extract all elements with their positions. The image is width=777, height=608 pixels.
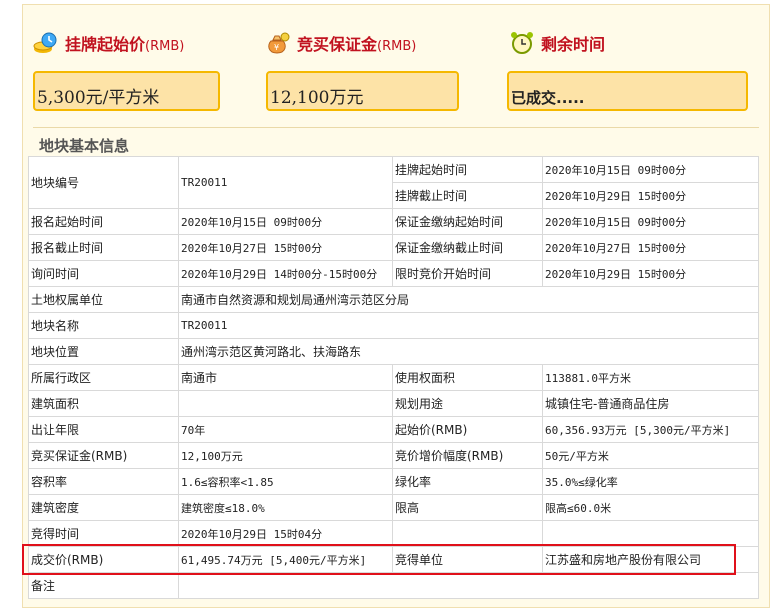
table-row: 出让年限 70年 起始价(RMB) 60,356.93万元 [5,300元/平方… xyxy=(28,416,759,443)
plan-use-label: 规划用途 xyxy=(392,390,543,417)
limit-start-value: 2020年10月29日 15时00分 xyxy=(542,260,759,287)
list-start-label: 挂牌起始时间 xyxy=(392,156,543,183)
table-row: 询问时间 2020年10月29日 14时00分-15时00分 限时竞价开始时间 … xyxy=(28,260,759,287)
dep-end-label: 保证金缴纳截止时间 xyxy=(392,234,543,261)
deposit-box: 12,100万元 xyxy=(266,71,459,111)
limit-start-label: 限时竞价开始时间 xyxy=(392,260,543,287)
dep-start-label: 保证金缴纳起始时间 xyxy=(392,208,543,235)
table-row: 备注 xyxy=(28,572,759,599)
green-label: 绿化率 xyxy=(392,468,543,495)
plot-no-value: TR20011 xyxy=(178,156,393,209)
build-area-label: 建筑面积 xyxy=(28,390,179,417)
table-row: 建筑密度 建筑密度≤18.0% 限高 限高≤60.0米 xyxy=(28,494,759,521)
list-end-label: 挂牌截止时间 xyxy=(392,182,543,209)
table-row: 竞买保证金(RMB) 12,100万元 竞价增价幅度(RMB) 50元/平方米 xyxy=(28,442,759,469)
owner-label: 土地权属单位 xyxy=(28,286,179,313)
use-area-value: 113881.0平方米 xyxy=(542,364,759,391)
inquiry-label: 询问时间 xyxy=(28,260,179,287)
height-value: 限高≤60.0米 xyxy=(542,494,759,521)
build-area-value xyxy=(178,390,393,417)
table-row: 成交价(RMB) 61,495.74万元 [5,400元/平方米] 竞得单位 江… xyxy=(28,546,759,573)
table-row: 容积率 1.6≤容积率<1.85 绿化率 35.0%≤绿化率 xyxy=(28,468,759,495)
table-row: 地块编号 TR20011 挂牌起始时间 2020年10月15日 09时00分 xyxy=(28,156,759,209)
deposit-label: 竞买保证金(RMB) xyxy=(28,442,179,469)
density-value: 建筑密度≤18.0% xyxy=(178,494,393,521)
remaining-status-box: 已成交..... xyxy=(507,71,748,111)
start-price-header: 挂牌起始价(RMB) xyxy=(33,31,184,55)
deposit-title: 竞买保证金 xyxy=(297,35,378,54)
section-divider xyxy=(33,127,759,128)
table-row: 地块名称 TR20011 xyxy=(28,312,759,339)
empty-cell xyxy=(392,520,543,547)
alarm-clock-icon xyxy=(509,31,535,55)
start-price-title: 挂牌起始价 xyxy=(65,35,146,54)
deal-price-label: 成交价(RMB) xyxy=(28,546,179,573)
dep-end-value: 2020年10月27日 15时00分 xyxy=(542,234,759,261)
money-bag-icon: ¥ xyxy=(265,31,291,55)
win-time-label: 竞得时间 xyxy=(28,520,179,547)
list-end-value: 2020年10月29日 15时00分 xyxy=(542,182,759,209)
deposit-unit: (RMB) xyxy=(377,39,417,54)
remaining-title: 剩余时间 xyxy=(541,35,606,54)
table-row: 竞得时间 2020年10月29日 15时04分 xyxy=(28,520,759,547)
use-area-label: 使用权面积 xyxy=(392,364,543,391)
name-label: 地块名称 xyxy=(28,312,179,339)
dep-start-value: 2020年10月15日 09时00分 xyxy=(542,208,759,235)
win-time-value: 2020年10月29日 15时04分 xyxy=(178,520,393,547)
start-price-box: 5,300元/平方米 xyxy=(33,71,220,111)
start-price-unit: (RMB) xyxy=(145,39,185,54)
height-label: 限高 xyxy=(392,494,543,521)
table-row: 土地权属单位 南通市自然资源和规划局通州湾示范区分局 xyxy=(28,286,759,313)
term-label: 出让年限 xyxy=(28,416,179,443)
remark-value xyxy=(178,572,759,599)
term-value: 70年 xyxy=(178,416,393,443)
deposit-header: ¥ 竞买保证金(RMB) xyxy=(265,31,416,55)
svg-text:¥: ¥ xyxy=(274,43,279,52)
green-value: 35.0%≤绿化率 xyxy=(542,468,759,495)
table-row: 所属行政区 南通市 使用权面积 113881.0平方米 xyxy=(28,364,759,391)
owner-value: 南通市自然资源和规划局通州湾示范区分局 xyxy=(178,286,759,313)
winner-label: 竞得单位 xyxy=(392,546,543,573)
name-value: TR20011 xyxy=(178,312,759,339)
empty-cell xyxy=(542,520,759,547)
location-value: 通州湾示范区黄河路北、扶海路东 xyxy=(178,338,759,365)
location-label: 地块位置 xyxy=(28,338,179,365)
reg-end-value: 2020年10月27日 15时00分 xyxy=(178,234,393,261)
reg-end-label: 报名截止时间 xyxy=(28,234,179,261)
section-title: 地块基本信息 xyxy=(39,137,130,155)
start-price-value: 60,356.93万元 [5,300元/平方米] xyxy=(542,416,759,443)
table-row: 报名起始时间 2020年10月15日 09时00分 保证金缴纳起始时间 2020… xyxy=(28,208,759,235)
far-value: 1.6≤容积率<1.85 xyxy=(178,468,393,495)
deposit-value: 12,100万元 xyxy=(178,442,393,469)
density-label: 建筑密度 xyxy=(28,494,179,521)
far-label: 容积率 xyxy=(28,468,179,495)
table-row: 地块位置 通州湾示范区黄河路北、扶海路东 xyxy=(28,338,759,365)
list-start-value: 2020年10月15日 09时00分 xyxy=(542,156,759,183)
start-price-label: 起始价(RMB) xyxy=(392,416,543,443)
plot-info-table: 地块编号 TR20011 挂牌起始时间 2020年10月15日 09时00分 挂… xyxy=(28,156,759,599)
district-value: 南通市 xyxy=(178,364,393,391)
increment-value: 50元/平方米 xyxy=(542,442,759,469)
district-label: 所属行政区 xyxy=(28,364,179,391)
reg-start-value: 2020年10月15日 09时00分 xyxy=(178,208,393,235)
plan-use-value: 城镇住宅-普通商品住房 xyxy=(542,390,759,417)
deal-price-value: 61,495.74万元 [5,400元/平方米] xyxy=(178,546,393,573)
inquiry-value: 2020年10月29日 14时00分-15时00分 xyxy=(178,260,393,287)
table-row: 报名截止时间 2020年10月27日 15时00分 保证金缴纳截止时间 2020… xyxy=(28,234,759,261)
reg-start-label: 报名起始时间 xyxy=(28,208,179,235)
increment-label: 竞价增价幅度(RMB) xyxy=(392,442,543,469)
table-row: 建筑面积 规划用途 城镇住宅-普通商品住房 xyxy=(28,390,759,417)
winner-value: 江苏盛和房地产股份有限公司 xyxy=(542,546,759,573)
remaining-header: 剩余时间 xyxy=(509,31,605,55)
coins-clock-icon xyxy=(33,31,59,55)
remark-label: 备注 xyxy=(28,572,179,599)
plot-no-label: 地块编号 xyxy=(28,156,179,209)
